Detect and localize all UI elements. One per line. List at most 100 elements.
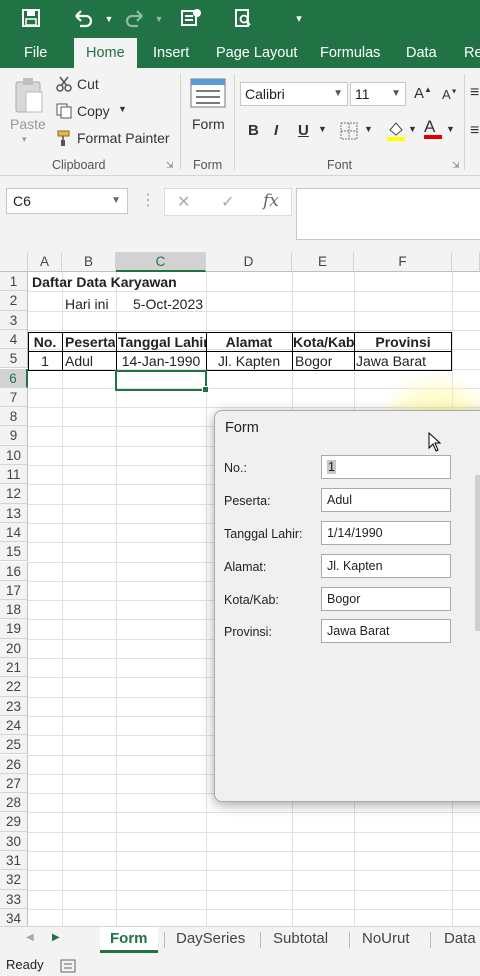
- name-box[interactable]: C6 ▼: [6, 188, 128, 214]
- row-header-25[interactable]: 25: [0, 735, 28, 755]
- table-header-tanggal-lahir[interactable]: Tanggal Lahir: [118, 333, 206, 352]
- field-input-no[interactable]: 1: [321, 455, 451, 479]
- fill-color-icon[interactable]: [386, 120, 406, 145]
- format-painter-button[interactable]: Format Painter: [77, 130, 170, 146]
- row-header-26[interactable]: 26: [0, 754, 28, 774]
- sheet-tab-subtotal[interactable]: Subtotal: [273, 927, 328, 953]
- row-header-33[interactable]: 33: [0, 889, 28, 909]
- font-launcher-icon[interactable]: ⇲: [452, 160, 460, 171]
- form-button[interactable]: Form: [192, 116, 225, 132]
- paste-dropdown-icon[interactable]: ▾: [22, 134, 27, 145]
- enter-icon[interactable]: ✓: [221, 192, 234, 212]
- row-header-1[interactable]: 1: [0, 272, 28, 292]
- row-header-13[interactable]: 13: [0, 503, 28, 523]
- row-header-4[interactable]: 4: [0, 329, 28, 350]
- column-header-b[interactable]: B: [62, 252, 116, 272]
- field-input-alamat[interactable]: Jl. Kapten: [321, 554, 451, 578]
- table-cell-kota-kab[interactable]: Bogor: [295, 352, 332, 371]
- dialog-scrollbar[interactable]: [475, 475, 480, 631]
- row-header-11[interactable]: 11: [0, 465, 28, 485]
- cancel-icon[interactable]: ✕: [177, 192, 190, 212]
- row-header-8[interactable]: 8: [0, 407, 28, 427]
- select-all-corner[interactable]: [0, 252, 28, 272]
- active-cell-selection[interactable]: [115, 370, 209, 393]
- font-name-combo[interactable]: Calibri ▼: [240, 82, 348, 106]
- row-header-32[interactable]: 32: [0, 870, 28, 890]
- row-header-23[interactable]: 23: [0, 696, 28, 716]
- row-header-12[interactable]: 12: [0, 484, 28, 504]
- row-header-30[interactable]: 30: [0, 831, 28, 851]
- fill-color-dropdown-icon[interactable]: ▼: [408, 124, 417, 134]
- column-header-d[interactable]: D: [206, 252, 292, 272]
- paste-icon[interactable]: [12, 76, 46, 119]
- shrink-font-button[interactable]: A▼: [442, 87, 458, 102]
- sheet-tab-dayseries[interactable]: DaySeries: [176, 927, 245, 953]
- borders-dropdown-icon[interactable]: ▼: [364, 124, 373, 134]
- table-cell-provinsi[interactable]: Jawa Barat: [356, 352, 426, 371]
- row-header-28[interactable]: 28: [0, 793, 28, 813]
- insert-function-icon[interactable]: fx: [263, 191, 279, 211]
- column-header-e[interactable]: E: [292, 252, 354, 272]
- form-button-icon[interactable]: [190, 78, 226, 111]
- row-header-14[interactable]: 14: [0, 522, 28, 543]
- formula-input[interactable]: [296, 188, 480, 240]
- row-header-21[interactable]: 21: [0, 658, 28, 678]
- cut-button[interactable]: Cut: [77, 76, 99, 92]
- font-color-button[interactable]: A: [424, 118, 442, 139]
- print-preview-icon[interactable]: [232, 8, 254, 30]
- align-top-icon[interactable]: ≡: [470, 84, 479, 102]
- macro-record-icon[interactable]: [60, 958, 76, 976]
- column-header-c[interactable]: C: [116, 252, 206, 272]
- clipboard-launcher-icon[interactable]: ⇲: [166, 160, 174, 171]
- grow-font-button[interactable]: A▲: [414, 85, 432, 102]
- next-sheet-icon[interactable]: ▶: [52, 932, 60, 943]
- tab-home[interactable]: Home: [74, 38, 137, 68]
- customize-icon[interactable]: ▾: [288, 8, 310, 30]
- table-cell-no[interactable]: 1: [28, 352, 62, 371]
- row-header-20[interactable]: 20: [0, 638, 28, 658]
- copy-dropdown-icon[interactable]: ▼: [118, 104, 127, 114]
- row-header-17[interactable]: 17: [0, 580, 28, 601]
- undo-dropdown-icon[interactable]: ▼: [98, 8, 120, 30]
- row-header-7[interactable]: 7: [0, 387, 28, 408]
- table-header-peserta[interactable]: Peserta: [65, 333, 115, 352]
- column-header-a[interactable]: A: [28, 252, 62, 272]
- field-input-peserta[interactable]: Adul: [321, 488, 451, 512]
- field-input-provinsi[interactable]: Jawa Barat: [321, 619, 451, 643]
- table-cell-alamat[interactable]: Jl. Kapten: [206, 352, 292, 371]
- form-icon[interactable]: [180, 8, 202, 30]
- underline-button[interactable]: U: [298, 122, 309, 139]
- bold-button[interactable]: B: [248, 122, 259, 139]
- row-header-15[interactable]: 15: [0, 542, 28, 562]
- save-icon[interactable]: [20, 8, 42, 30]
- row-header-18[interactable]: 18: [0, 600, 28, 620]
- tab-insert[interactable]: Insert: [153, 38, 189, 68]
- tab-data[interactable]: Data: [406, 38, 437, 68]
- column-header-g[interactable]: [452, 252, 480, 272]
- row-header-22[interactable]: 22: [0, 677, 28, 697]
- table-cell-peserta[interactable]: Adul: [65, 352, 93, 371]
- tab-file[interactable]: File: [24, 38, 47, 68]
- table-header-provinsi[interactable]: Provinsi: [354, 333, 452, 352]
- table-header-alamat[interactable]: Alamat: [206, 333, 292, 352]
- borders-icon[interactable]: [340, 122, 358, 143]
- paste-button[interactable]: Paste: [10, 116, 46, 132]
- row-header-31[interactable]: 31: [0, 851, 28, 871]
- row-header-24[interactable]: 24: [0, 715, 28, 736]
- table-cell-tanggal-lahir[interactable]: 14-Jan-1990: [116, 352, 206, 371]
- column-header-f[interactable]: F: [354, 252, 452, 272]
- prev-sheet-icon[interactable]: ◀: [26, 932, 34, 943]
- sheet-tab-form[interactable]: Form: [100, 927, 158, 953]
- row-header-6[interactable]: 6: [0, 368, 28, 388]
- sheet-tab-nourut[interactable]: NoUrut: [362, 927, 410, 953]
- italic-button[interactable]: I: [274, 122, 278, 139]
- field-input-tanggal-lahir[interactable]: 1/14/1990: [321, 521, 451, 545]
- row-header-16[interactable]: 16: [0, 561, 28, 581]
- row-header-19[interactable]: 19: [0, 619, 28, 639]
- tab-review-partial[interactable]: Re: [464, 38, 480, 68]
- row-header-27[interactable]: 27: [0, 773, 28, 794]
- underline-dropdown-icon[interactable]: ▼: [318, 124, 327, 134]
- row-header-9[interactable]: 9: [0, 426, 28, 446]
- font-size-combo[interactable]: 11 ▼: [350, 82, 406, 106]
- copy-button[interactable]: Copy: [77, 103, 110, 119]
